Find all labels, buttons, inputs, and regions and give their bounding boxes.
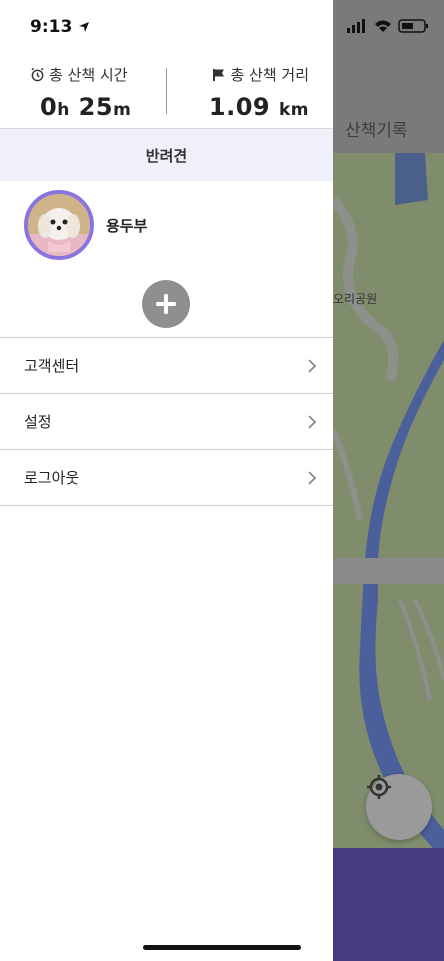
walk-stats: 총 산책 시간 0h 25m 총 산책 거리 1.09 km [0, 56, 333, 128]
location-arrow-icon [79, 22, 90, 32]
total-time-label: 총 산책 시간 [49, 66, 128, 84]
total-time-stat: 총 산책 시간 0h 25m [30, 64, 131, 121]
home-indicator[interactable] [143, 945, 301, 950]
add-pet-button[interactable] [142, 280, 190, 328]
pet-item[interactable]: 용두부 [24, 190, 147, 260]
crosshair-icon [367, 775, 391, 799]
bottom-action-bar[interactable] [333, 848, 444, 961]
signal-wifi-battery-icon [347, 19, 428, 33]
chevron-right-icon [308, 358, 317, 373]
alarm-clock-icon [31, 67, 44, 82]
current-location-button[interactable] [366, 774, 432, 840]
pets-section-header: 반려견 [0, 128, 333, 181]
dog-photo [28, 194, 90, 256]
total-distance-label: 총 산책 거리 [230, 66, 309, 84]
pet-name: 용두부 [106, 216, 148, 235]
plus-icon [156, 294, 176, 314]
stats-divider [166, 68, 167, 114]
menu-item-label: 로그아웃 [24, 469, 80, 487]
pet-avatar[interactable] [24, 190, 94, 260]
total-time-value: 0h 25m [40, 93, 132, 121]
total-distance-stat: 총 산책 거리 1.09 km [209, 64, 309, 121]
total-distance-value: 1.09 km [208, 93, 309, 121]
side-drawer: 9:13 총 산책 시간 0h 25m 총 산책 거리 1.09 km 반려견 … [0, 0, 333, 961]
chevron-right-icon [308, 470, 317, 485]
status-time: 9:13 [30, 17, 90, 37]
menu-item-label: 고객센터 [24, 357, 80, 375]
background-page-title: 산책기록 [345, 121, 408, 141]
menu-item-customer-center[interactable]: 고객센터 [0, 337, 333, 393]
chevron-right-icon [308, 414, 317, 429]
drawer-menu: 고객센터 설정 로그아웃 [0, 337, 333, 506]
map-place-label: 오리공원 [333, 292, 378, 306]
flag-icon [213, 68, 225, 81]
menu-item-settings[interactable]: 설정 [0, 393, 333, 449]
menu-item-logout[interactable]: 로그아웃 [0, 449, 333, 506]
status-bar-icons [347, 18, 437, 34]
menu-item-label: 설정 [24, 413, 52, 431]
